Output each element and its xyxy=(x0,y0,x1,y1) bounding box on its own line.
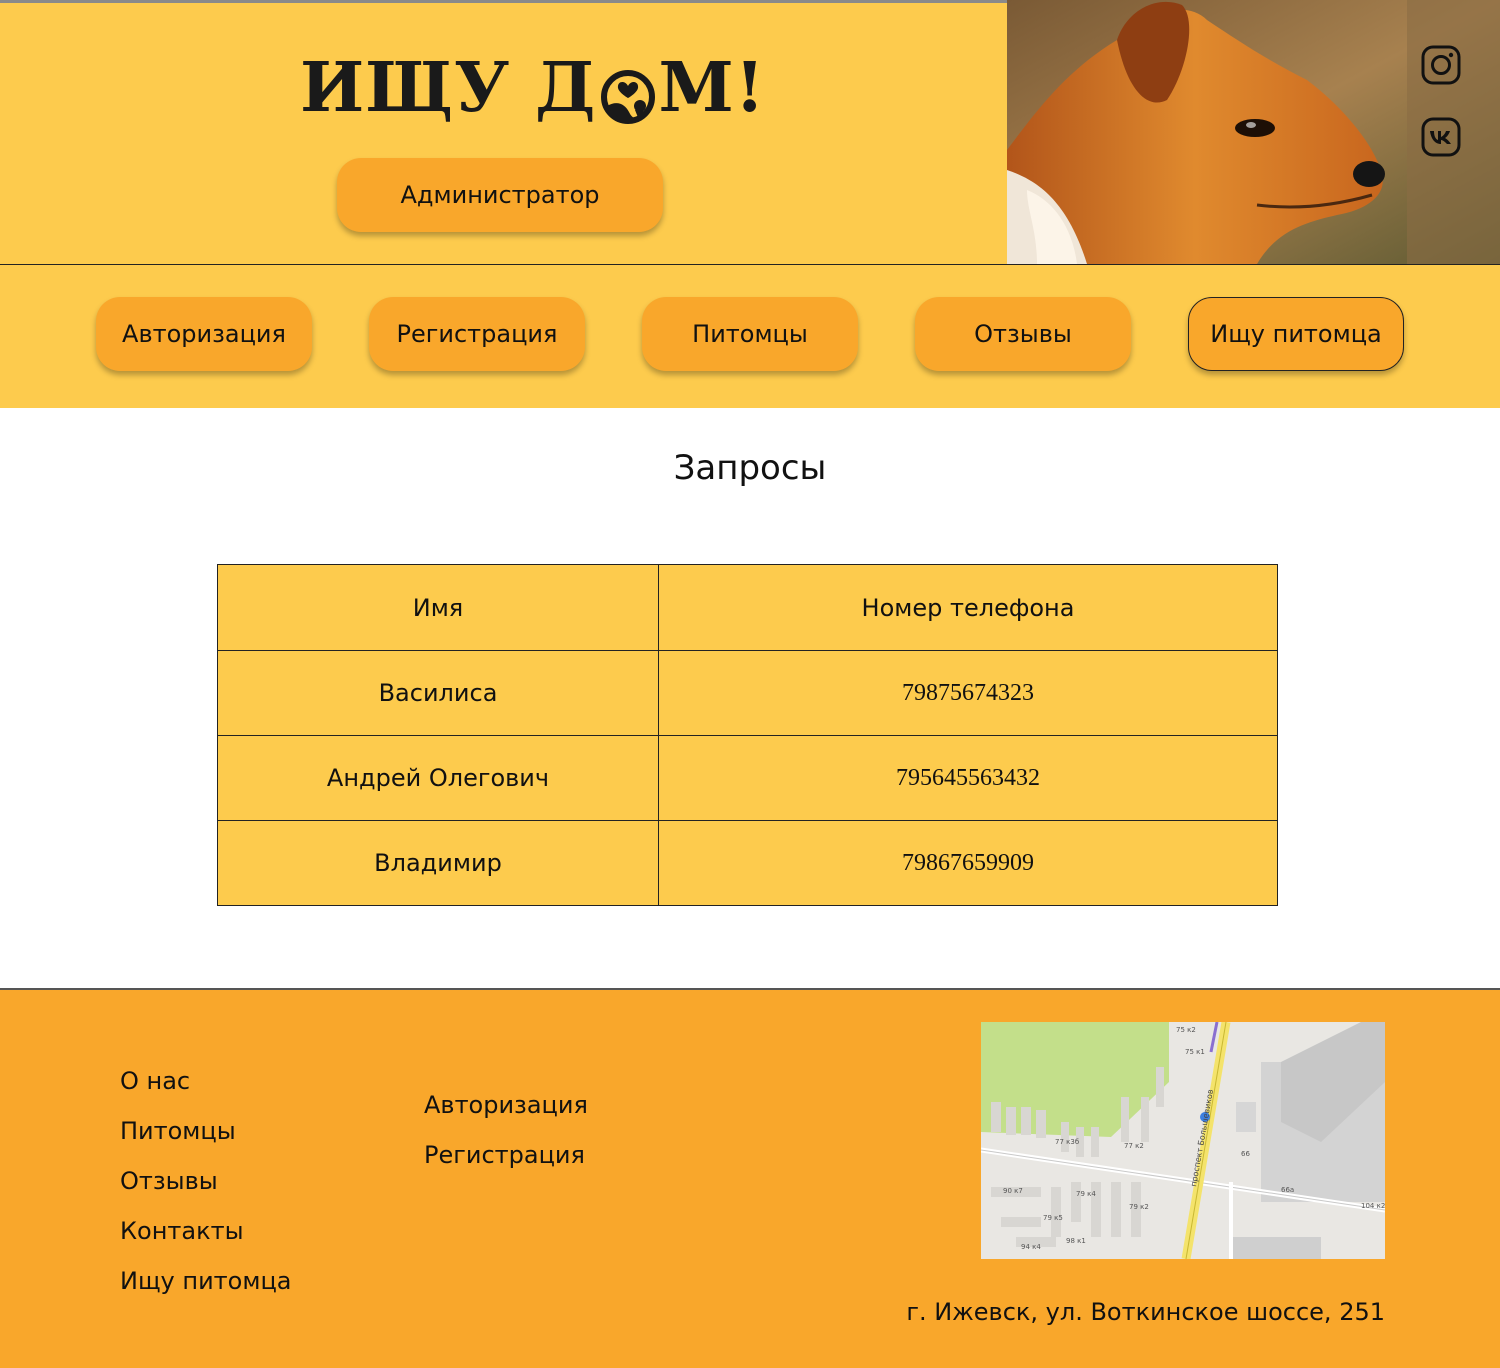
cell-name: Владимир xyxy=(217,820,659,906)
admin-button[interactable]: Администратор xyxy=(337,158,663,232)
svg-text:104 к2: 104 к2 xyxy=(1361,1202,1385,1210)
requests-table: Имя Номер телефона Василиса 79875674323 … xyxy=(217,564,1278,906)
footer-link-reviews[interactable]: Отзывы xyxy=(120,1166,292,1216)
page-title: Запросы xyxy=(673,448,827,488)
vk-icon[interactable] xyxy=(1420,116,1462,158)
cell-name: Андрей Олегович xyxy=(217,735,659,821)
footer: О нас Питомцы Отзывы Контакты Ищу питомц… xyxy=(0,988,1500,1368)
nav-looking-for-pet-button[interactable]: Ищу питомца xyxy=(1188,297,1404,371)
svg-text:66: 66 xyxy=(1241,1150,1250,1158)
footer-links-main: О нас Питомцы Отзывы Контакты Ищу питомц… xyxy=(120,1066,292,1316)
nav-login-button[interactable]: Авторизация xyxy=(96,297,312,371)
footer-link-register[interactable]: Регистрация xyxy=(424,1140,588,1190)
logo-text-left: ИЩУ Д xyxy=(300,48,597,128)
svg-text:79 к4: 79 к4 xyxy=(1076,1190,1096,1198)
logo-text-right: М! xyxy=(658,48,766,128)
svg-text:79 к5: 79 к5 xyxy=(1043,1214,1063,1222)
location-map[interactable]: 75 к2 75 к1 77 к3б 77 к2 66 90 к7 79 к4 79 к… xyxy=(981,1022,1385,1259)
nav-register-button[interactable]: Регистрация xyxy=(369,297,585,371)
svg-text:98 к1: 98 к1 xyxy=(1066,1237,1086,1245)
footer-link-about[interactable]: О нас xyxy=(120,1066,292,1116)
address-text: г. Ижевск, ул. Воткинское шоссе, 251 xyxy=(906,1298,1385,1326)
main-nav: Авторизация Регистрация Питомцы Отзывы И… xyxy=(0,264,1500,408)
cell-phone: 795645563432 xyxy=(658,735,1278,821)
cell-phone: 79875674323 xyxy=(658,650,1278,736)
svg-text:90 к7: 90 к7 xyxy=(1003,1187,1023,1195)
footer-link-pets[interactable]: Питомцы xyxy=(120,1116,292,1166)
cell-phone: 79867659909 xyxy=(658,820,1278,906)
logo-heart-pet-icon xyxy=(599,61,657,124)
svg-text:79 к2: 79 к2 xyxy=(1129,1203,1149,1211)
svg-text:77 к2: 77 к2 xyxy=(1124,1142,1144,1150)
site-logo[interactable]: ИЩУ Д М! xyxy=(300,48,766,128)
cell-name: Василиса xyxy=(217,650,659,736)
instagram-icon[interactable] xyxy=(1420,44,1462,86)
svg-text:75 к1: 75 к1 xyxy=(1185,1048,1205,1056)
nav-reviews-button[interactable]: Отзывы xyxy=(915,297,1131,371)
table-row: Владимир 79867659909 xyxy=(217,820,1278,906)
footer-link-looking-for-pet[interactable]: Ищу питомца xyxy=(120,1266,292,1316)
table-row: Василиса 79875674323 xyxy=(217,650,1278,736)
footer-link-login[interactable]: Авторизация xyxy=(424,1090,588,1140)
svg-text:77 к3б: 77 к3б xyxy=(1055,1138,1079,1146)
svg-text:66а: 66а xyxy=(1281,1186,1294,1194)
table-row: Андрей Олегович 795645563432 xyxy=(217,735,1278,821)
table-header-row: Имя Номер телефона xyxy=(217,564,1278,651)
column-header-phone: Номер телефона xyxy=(658,564,1278,651)
nav-pets-button[interactable]: Питомцы xyxy=(642,297,858,371)
footer-links-account: Авторизация Регистрация xyxy=(424,1090,588,1190)
column-header-name: Имя xyxy=(217,564,659,651)
header: ИЩУ Д М! Администратор xyxy=(0,0,1500,264)
svg-text:94 к4: 94 к4 xyxy=(1021,1243,1041,1251)
svg-text:75 к2: 75 к2 xyxy=(1176,1026,1196,1034)
footer-link-contacts[interactable]: Контакты xyxy=(120,1216,292,1266)
